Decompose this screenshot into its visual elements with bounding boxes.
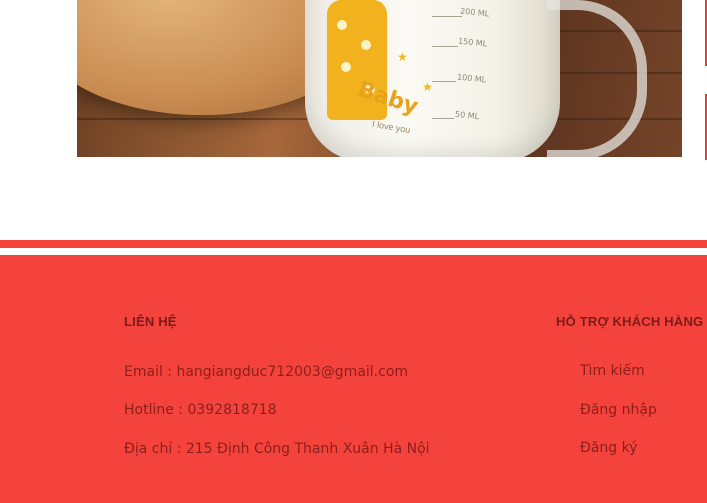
contact-address: Địa chỉ : 215 Định Công Thanh Xuân Hà Nộ… (124, 441, 430, 457)
support-link-register[interactable]: Đăng ký (580, 440, 638, 456)
support-link-login[interactable]: Đăng nhập (580, 402, 657, 418)
contact-heading: LIÊN HỆ (124, 314, 177, 329)
star-decoration: ★ (422, 80, 433, 94)
cup-handle (547, 0, 647, 157)
contact-hotline: Hotline : 0392818718 (124, 402, 277, 418)
star-decoration: ★ (397, 50, 408, 64)
product-image: ★ ★ Baby I love you 200 ML 150 ML 100 ML… (77, 0, 682, 157)
support-heading: HỖ TRỢ KHÁCH HÀNG (556, 314, 704, 329)
site-footer: LIÊN HỆ Email : hangiangduc712003@gmail.… (0, 255, 707, 503)
support-link-search[interactable]: Tìm kiếm (580, 363, 645, 379)
contact-email: Email : hangiangduc712003@gmail.com (124, 364, 409, 380)
footer-top-stripe (0, 240, 707, 248)
